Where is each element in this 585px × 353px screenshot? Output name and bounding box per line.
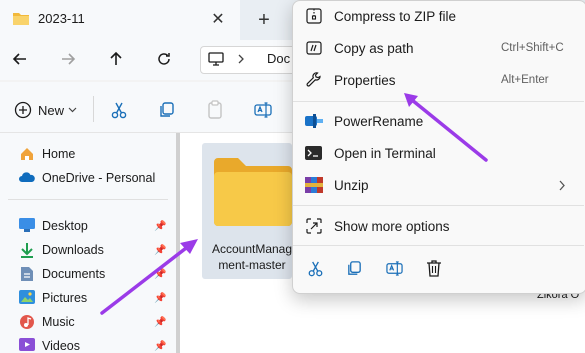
annotation-arrow-folder — [100, 239, 198, 315]
annotation-arrow-properties — [404, 93, 488, 162]
annotation-arrows — [100, 93, 488, 315]
